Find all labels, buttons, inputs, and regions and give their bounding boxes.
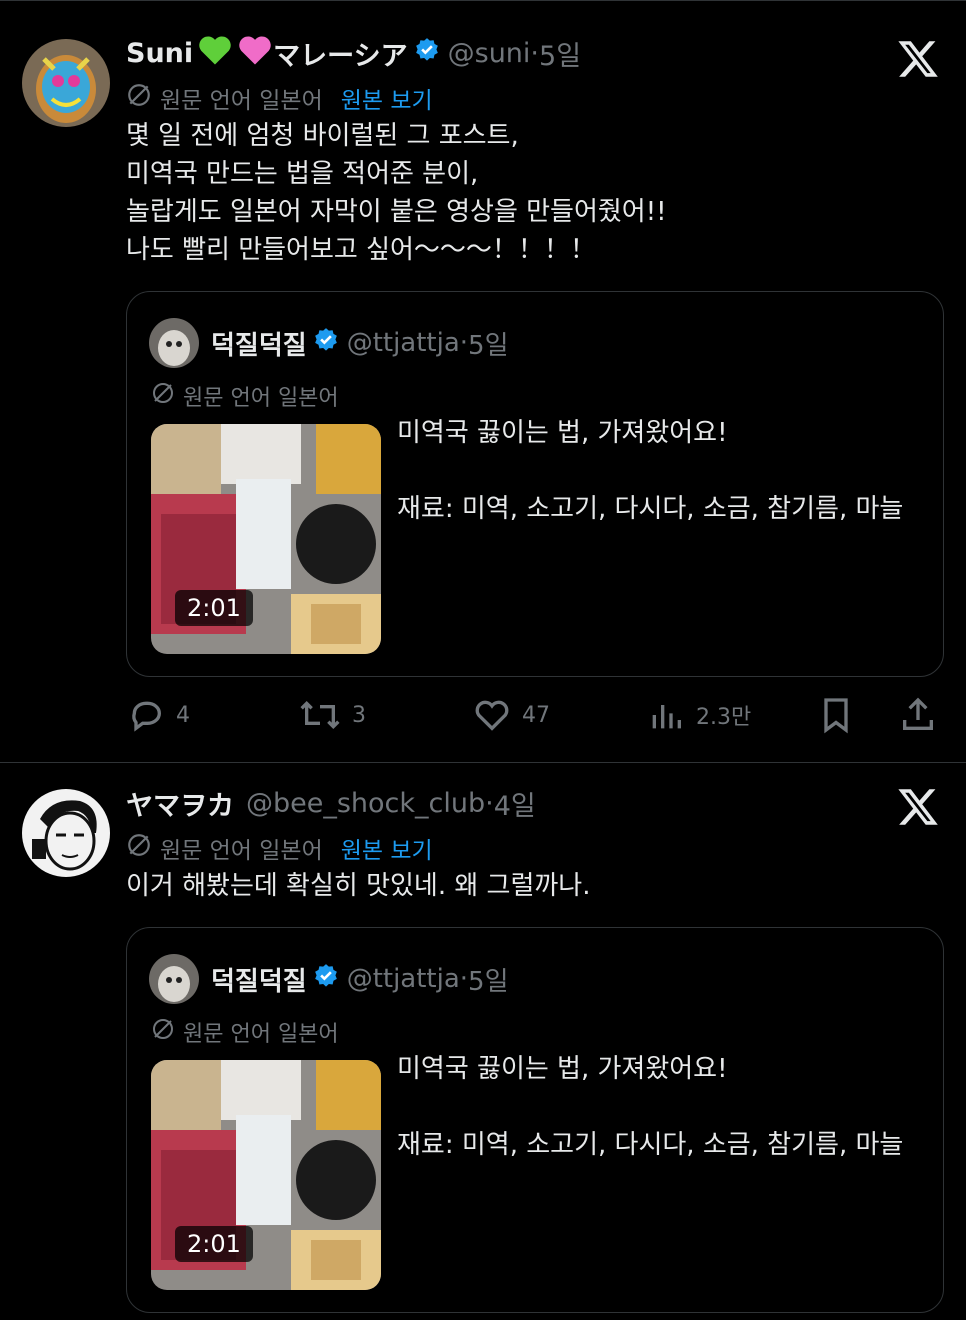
quote-author-name[interactable]: 덕질덕질 <box>211 961 307 998</box>
bookmark-button[interactable] <box>816 691 856 739</box>
separator-dot: · <box>485 787 494 819</box>
quote-text: 미역국 끓이는 법, 가져왔어요! 재료: 미역, 소고기, 다시다, 소금, … <box>397 1050 917 1164</box>
original-language-label: 원문 언어 일본어 <box>160 838 323 864</box>
separator-dot: · <box>459 328 469 358</box>
green-heart-icon <box>197 34 233 73</box>
verified-badge-icon <box>313 963 339 996</box>
tweet-yamawoka[interactable]: ヤマヲカ @bee_shock_club · 4일 원문 언어 일본어 원본 보… <box>0 762 966 1320</box>
translate-icon <box>151 1017 175 1047</box>
tweet-text: 이거 해봤는데 확실히 맛있네. 왜 그럴까나. <box>126 871 591 901</box>
author-handle[interactable]: @bee_shock_club <box>246 788 485 819</box>
quote-translation-info: 원문 언어 일본어 <box>151 1016 339 1048</box>
bookmark-icon <box>816 695 856 735</box>
retweet-count: 3 <box>352 702 366 728</box>
reply-icon <box>126 695 166 735</box>
avatar-suni[interactable] <box>22 39 110 127</box>
translation-info: 원문 언어 일본어 원본 보기 <box>126 831 433 865</box>
tweet-suni[interactable]: Suni マレーシア @suni · 5일 원문 언어 일본어 원본 보기 몇 … <box>0 0 966 762</box>
quote-avatar[interactable] <box>149 318 199 368</box>
quote-text-line: 재료: 미역, 소고기, 다시다, 소금, 참기름, 마늘 <box>397 494 904 524</box>
pink-heart-icon <box>237 34 273 73</box>
original-language-label: 원문 언어 일본어 <box>160 88 323 114</box>
author-name[interactable]: Suni <box>126 38 193 69</box>
author-name[interactable]: ヤマヲカ <box>126 784 234 823</box>
video-thumbnail[interactable]: 2:01 <box>151 424 381 654</box>
video-thumbnail[interactable]: 2:01 <box>151 1060 381 1290</box>
tweet-text: 몇 일 전에 엄청 바이럴된 그 포스트, 미역국 만드는 법을 적어준 분이,… <box>126 121 667 265</box>
retweet-icon <box>298 695 342 735</box>
translate-icon <box>126 82 152 114</box>
verified-badge-icon <box>414 37 440 70</box>
tweet-header: ヤマヲカ @bee_shock_club · 4일 <box>126 781 536 825</box>
quote-author-handle[interactable]: @ttjattja <box>347 328 460 358</box>
quote-header: 덕질덕질 @ttjattja · 5일 <box>149 318 509 368</box>
action-bar: 4 3 47 2.3만 <box>126 691 946 739</box>
quote-text-line: 미역국 끓이는 법, 가져왔어요! <box>397 1054 728 1084</box>
translate-icon <box>126 832 152 864</box>
retweet-button[interactable]: 3 <box>298 691 366 739</box>
quote-language-label: 원문 언어 일본어 <box>183 386 339 411</box>
translate-icon <box>151 381 175 411</box>
like-button[interactable]: 47 <box>472 691 550 739</box>
reply-button[interactable]: 4 <box>126 691 190 739</box>
quote-text-line: 재료: 미역, 소고기, 다시다, 소금, 참기름, 마늘 <box>397 1130 904 1160</box>
separator-dot: · <box>459 964 469 994</box>
share-button[interactable] <box>898 691 938 739</box>
verified-badge-icon <box>313 327 339 360</box>
quote-header: 덕질덕질 @ttjattja · 5일 <box>149 954 509 1004</box>
tweet-header: Suni マレーシア @suni · 5일 <box>126 31 581 75</box>
author-name-suffix[interactable]: マレーシア <box>273 34 407 73</box>
views-count: 2.3만 <box>696 705 752 730</box>
x-logo-icon <box>896 37 940 81</box>
quote-text-line: 미역국 끓이는 법, 가져왔어요! <box>397 418 728 448</box>
views-icon <box>646 695 686 735</box>
quote-tweet[interactable]: 덕질덕질 @ttjattja · 5일 원문 언어 일본어 2:01 미역국 끓… <box>126 291 944 677</box>
like-icon <box>472 695 512 735</box>
quote-language-label: 원문 언어 일본어 <box>183 1022 339 1047</box>
tweet-time[interactable]: 5일 <box>539 34 581 73</box>
separator-dot: · <box>530 37 540 69</box>
author-handle[interactable]: @suni <box>448 38 531 69</box>
avatar-yamawoka[interactable] <box>22 789 110 877</box>
quote-time[interactable]: 5일 <box>468 961 508 998</box>
views-button[interactable]: 2.3만 <box>646 691 751 739</box>
quote-avatar[interactable] <box>149 954 199 1004</box>
like-count: 47 <box>522 702 550 728</box>
x-logo-icon <box>896 785 940 829</box>
quote-author-name[interactable]: 덕질덕질 <box>211 325 307 362</box>
quote-tweet[interactable]: 덕질덕질 @ttjattja · 5일 원문 언어 일본어 2:01 미역국 끓… <box>126 927 944 1313</box>
quote-author-handle[interactable]: @ttjattja <box>347 964 460 994</box>
show-original-link[interactable]: 원본 보기 <box>341 831 433 865</box>
quote-translation-info: 원문 언어 일본어 <box>151 380 339 412</box>
reply-count: 4 <box>176 702 190 728</box>
show-original-link[interactable]: 원본 보기 <box>341 81 433 115</box>
video-duration: 2:01 <box>175 590 253 626</box>
quote-text: 미역국 끓이는 법, 가져왔어요! 재료: 미역, 소고기, 다시다, 소금, … <box>397 414 917 528</box>
video-duration: 2:01 <box>175 1226 253 1262</box>
tweet-time[interactable]: 4일 <box>494 784 536 823</box>
translation-info: 원문 언어 일본어 원본 보기 <box>126 81 433 115</box>
share-icon <box>898 695 938 735</box>
quote-time[interactable]: 5일 <box>468 325 508 362</box>
